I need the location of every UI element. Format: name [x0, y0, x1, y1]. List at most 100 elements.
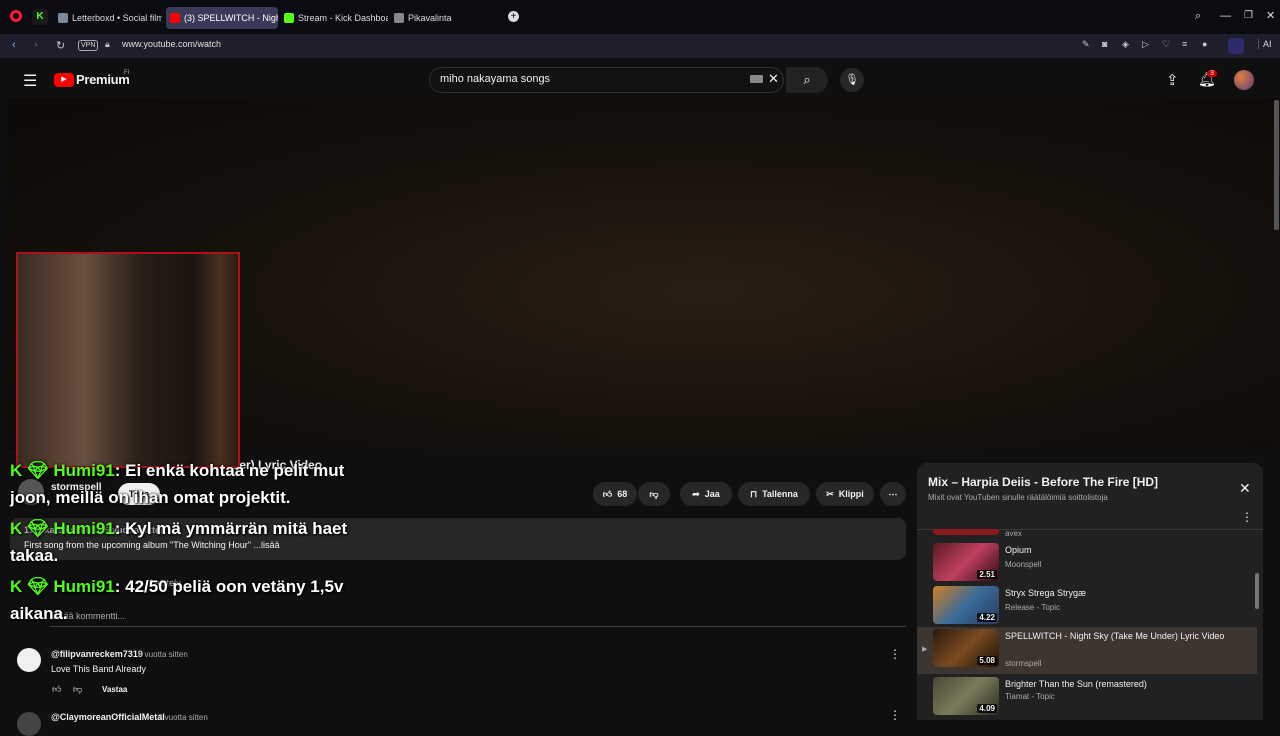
menu-icon[interactable]: ≡ — [1182, 39, 1187, 49]
chat-message: aikana. — [10, 604, 68, 624]
item-channel[interactable]: Moonspell — [1005, 560, 1041, 569]
upload-icon[interactable]: ⇪ — [1166, 71, 1179, 89]
voice-search-button[interactable]: 🎙︎ — [840, 68, 864, 92]
tab-pikavalinta[interactable]: Pikavalinta — [390, 7, 470, 29]
bookmark-icon: ⊓ — [750, 488, 758, 499]
extension-icon[interactable] — [1228, 38, 1244, 54]
item-title[interactable]: SPELLWITCH - Night Sky (Take Me Under) L… — [1005, 630, 1225, 643]
playlist-item[interactable]: 2.51 Opium Moonspell — [917, 541, 1257, 587]
playlist-item[interactable]: 4.09 Brighter Than the Sun (remastered) … — [917, 675, 1257, 720]
chat-message: K 💎︎ Humi91: 42/50 peliä oon vetäny 1,5v — [10, 577, 343, 597]
notification-count-badge: 3 — [1207, 70, 1217, 77]
comment-time[interactable]: 8 vuotta sitten — [158, 713, 208, 722]
mix-playlist-panel: Mix – Harpia Deiis - Before The Fire [HD… — [917, 463, 1263, 720]
share-button[interactable]: ➦ Jaa — [680, 482, 732, 506]
logo-text[interactable]: Premium — [76, 72, 130, 87]
chat-message: K 💎︎ Humi91: Ei enkä kohtaa ne pelit mut — [10, 461, 344, 481]
comment-menu-icon[interactable]: ⋮ — [889, 647, 901, 661]
duration-badge: 5.08 — [977, 656, 997, 665]
playlist-scrollbar[interactable] — [1255, 573, 1259, 609]
item-title[interactable]: Brighter Than the Sun (remastered) — [1005, 678, 1225, 691]
chat-message: joon, meillä on ihan omat projektit. — [10, 488, 291, 508]
item-title[interactable]: Stryx Strega Strygæ — [1005, 587, 1225, 600]
item-channel[interactable]: Release - Topic — [1005, 603, 1060, 612]
comment-text: Love This Band Already — [51, 664, 146, 674]
region-code: FI — [124, 70, 130, 76]
url-field[interactable]: www.youtube.com/watch — [122, 39, 221, 49]
edit-icon[interactable]: ✎ — [1082, 39, 1090, 50]
item-channel[interactable]: Tiamat - Topic — [1005, 692, 1055, 701]
play-icon[interactable]: ▷ — [1142, 39, 1149, 50]
playlist-item[interactable]: 4.22 Stryx Strega Strygæ Release - Topic — [917, 584, 1257, 630]
tab-label: Letterboxd • Social film di — [72, 13, 162, 23]
comment-time[interactable]: 8 vuotta sitten — [138, 650, 188, 659]
hamburger-menu-icon[interactable]: ☰ — [23, 71, 37, 91]
save-button[interactable]: ⊓ Tallenna — [738, 482, 810, 506]
item-channel[interactable]: stormspell — [1005, 659, 1041, 668]
chat-text: takaa. — [10, 546, 59, 565]
comment-like-icon[interactable]: 👍︎ — [52, 684, 61, 695]
vpn-badge[interactable]: VPN — [78, 40, 99, 51]
profile-icon[interactable]: ● — [1202, 39, 1207, 49]
back-icon[interactable]: ‹ — [12, 39, 16, 51]
search-button[interactable]: ⌕ — [786, 67, 828, 93]
prev-thumbnail[interactable] — [933, 529, 999, 535]
chat-text: : Ei enkä kohtaa ne pelit mut — [114, 461, 345, 480]
lock-icon: 🔒︎ — [105, 39, 110, 49]
dislike-button[interactable]: 👎︎ — [638, 482, 670, 506]
kick-icon: K 💎︎ — [10, 577, 54, 596]
video-thumbnail[interactable]: 2.51 — [933, 543, 999, 581]
comment-dislike-icon[interactable]: 👎︎ — [73, 684, 82, 695]
tab-search-icon[interactable]: ⌕ — [1195, 10, 1201, 23]
chat-text: joon, meillä on ihan omat projektit. — [10, 488, 291, 507]
comment-author[interactable]: @ClaymoreanOfficialMetal — [51, 712, 165, 722]
mix-title[interactable]: Mix – Harpia Deiis - Before The Fire [HD… — [928, 475, 1228, 489]
close-panel-icon[interactable]: ✕ — [1239, 480, 1251, 497]
reply-button[interactable]: Vastaa — [102, 685, 127, 694]
camera-icon[interactable]: ◙ — [1102, 39, 1107, 49]
video-thumbnail[interactable]: 4.22 — [933, 586, 999, 624]
clear-search-icon[interactable]: ✕ — [768, 71, 779, 87]
duration-badge: 4.09 — [977, 704, 997, 713]
kick-sidebar-icon[interactable]: K — [32, 9, 48, 25]
new-tab-icon[interactable]: + — [508, 11, 519, 22]
chat-username: Humi91 — [53, 519, 115, 538]
mic-icon: 🎙︎ — [845, 74, 859, 86]
opera-logo-icon[interactable] — [10, 10, 22, 22]
tab-kick-dashboard[interactable]: Stream - Kick Dashboard — [280, 7, 388, 29]
ai-button[interactable]: AI — [1258, 39, 1272, 49]
video-thumbnail[interactable]: 5.08 — [933, 629, 999, 667]
playlist-item-current[interactable]: ▶ 5.08 SPELLWITCH - Night Sky (Take Me U… — [917, 627, 1257, 674]
keyboard-icon[interactable] — [750, 75, 763, 83]
close-window-icon[interactable]: ✕ — [1266, 9, 1275, 22]
share-label: Jaa — [704, 489, 720, 499]
now-playing-icon: ▶ — [922, 646, 928, 653]
avatar[interactable] — [1234, 70, 1254, 90]
clip-button[interactable]: ✂ Klippi — [816, 482, 874, 506]
search-input[interactable]: miho nakayama songs — [440, 73, 550, 85]
reload-icon[interactable]: ↻ — [56, 39, 65, 52]
thumbs-down-icon: 👎︎ — [649, 488, 659, 499]
youtube-logo-icon[interactable]: ▶ — [54, 73, 74, 87]
chat-message: takaa. — [10, 546, 58, 566]
comment-avatar[interactable] — [17, 712, 41, 736]
restore-icon[interactable]: ❐ — [1244, 10, 1253, 21]
chat-username: Humi91 — [53, 461, 115, 480]
item-title[interactable]: Opium — [1005, 544, 1225, 557]
grid-icon — [394, 13, 404, 23]
shield-icon[interactable]: ◈ — [1122, 39, 1129, 50]
like-button[interactable]: 👍︎ 68 — [593, 482, 637, 506]
scissors-icon: ✂ — [826, 488, 834, 499]
more-actions-button[interactable]: ⋯ — [880, 482, 906, 506]
playlist-menu-icon[interactable]: ⋮ — [1241, 510, 1253, 524]
heart-icon[interactable]: ♡ — [1162, 39, 1170, 50]
comment-avatar[interactable] — [17, 648, 41, 672]
tab-letterboxd[interactable]: Letterboxd • Social film di — [54, 7, 162, 29]
scrollbar[interactable] — [1274, 100, 1279, 230]
mix-subtitle: Mixit ovat YouTuben sinulle räätälöimiä … — [928, 493, 1108, 502]
forward-icon[interactable]: › — [34, 39, 38, 51]
video-thumbnail[interactable]: 4.09 — [933, 677, 999, 715]
tab-spellwitch[interactable]: (3) SPELLWITCH - Night Sk — [166, 7, 278, 29]
comment-author[interactable]: @filipvanreckem7319 — [51, 649, 143, 659]
minimize-icon[interactable]: — — [1220, 10, 1231, 22]
